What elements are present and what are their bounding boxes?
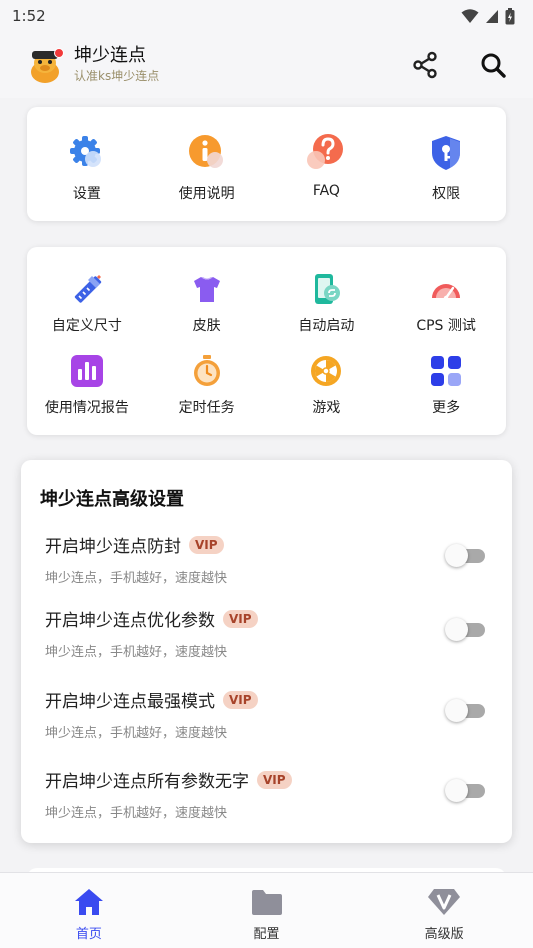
setting-anti-ban: 开启坤少连点防封 VIP 坤少连点，手机越好，速度越快 bbox=[45, 532, 485, 586]
optimize-params-toggle[interactable] bbox=[445, 618, 485, 641]
setting-title: 开启坤少连点最强模式 bbox=[45, 692, 215, 712]
toggle-knob bbox=[445, 699, 468, 722]
tool-auto-start-label: 自动启动 bbox=[298, 318, 355, 334]
gear-icon bbox=[67, 133, 107, 173]
setting-title: 开启坤少连点防封 bbox=[45, 537, 181, 557]
setting-description: 坤少连点，手机越好，速度越快 bbox=[45, 726, 228, 741]
shirt-icon bbox=[187, 269, 227, 309]
wifi-icon bbox=[461, 9, 479, 23]
menu-instructions[interactable]: 使用说明 bbox=[147, 133, 267, 203]
app-name: 坤少连点 bbox=[74, 45, 146, 66]
info-icon bbox=[187, 133, 227, 173]
shield-key-icon bbox=[426, 133, 466, 173]
notification-dot bbox=[54, 48, 64, 58]
menu-faq[interactable]: FAQ bbox=[267, 133, 387, 203]
folder-icon bbox=[250, 887, 284, 917]
vip-badge: VIP bbox=[257, 770, 292, 789]
app-subtitle: 认准ks坤少连点 bbox=[74, 69, 160, 83]
all-params-no-text-toggle[interactable] bbox=[445, 779, 485, 802]
tools-card: 自定义尺寸 皮肤 自动启动 CPS 测试 使用情况报告 定时任务 游戏 更多 bbox=[27, 247, 506, 435]
tool-usage-report-label: 使用情况报告 bbox=[44, 400, 129, 416]
nav-premium-label: 高级版 bbox=[424, 927, 464, 942]
nav-config-label: 配置 bbox=[253, 927, 280, 942]
tool-game-label: 游戏 bbox=[312, 400, 341, 416]
nav-home-label: 首页 bbox=[75, 927, 102, 942]
share-icon bbox=[413, 51, 437, 79]
setting-optimize-params: 开启坤少连点优化参数 VIP 坤少连点，手机越好，速度越快 bbox=[45, 606, 485, 660]
tool-usage-report[interactable]: 使用情况报告 bbox=[27, 351, 147, 417]
header-titles: 坤少连点 认准ks坤少连点 bbox=[74, 45, 375, 85]
system-icons bbox=[461, 7, 515, 25]
tool-skin[interactable]: 皮肤 bbox=[147, 269, 267, 335]
app-header: 坤少连点 认准ks坤少连点 bbox=[0, 32, 533, 98]
setting-title: 开启坤少连点优化参数 bbox=[45, 611, 215, 631]
setting-strongest-mode: 开启坤少连点最强模式 VIP 坤少连点，手机越好，速度越快 bbox=[45, 687, 485, 741]
tool-auto-start[interactable]: 自动启动 bbox=[267, 269, 387, 335]
speedometer-icon bbox=[426, 269, 466, 309]
tool-game[interactable]: 游戏 bbox=[267, 351, 387, 417]
tool-scheduled-task-label: 定时任务 bbox=[178, 400, 235, 416]
nav-config[interactable]: 配置 bbox=[178, 873, 356, 948]
tool-custom-size-label: 自定义尺寸 bbox=[51, 318, 122, 334]
bottom-nav: 首页 配置 高级版 bbox=[0, 872, 533, 948]
home-icon bbox=[72, 887, 106, 917]
signal-icon bbox=[486, 10, 498, 23]
setting-description: 坤少连点，手机越好，速度越快 bbox=[45, 645, 228, 660]
battery-icon bbox=[505, 7, 515, 24]
status-bar: 1:52 bbox=[0, 0, 533, 32]
tool-skin-label: 皮肤 bbox=[192, 318, 221, 334]
menu-permissions-label: 权限 bbox=[432, 186, 461, 202]
setting-description: 坤少连点，手机越好，速度越快 bbox=[45, 571, 228, 586]
menu-settings[interactable]: 设置 bbox=[27, 133, 147, 203]
nav-premium[interactable]: 高级版 bbox=[355, 873, 533, 948]
quick-menu-card: 设置 使用说明 FAQ 权限 bbox=[27, 107, 506, 221]
menu-settings-label: 设置 bbox=[72, 186, 101, 202]
nav-home[interactable]: 首页 bbox=[0, 873, 178, 948]
menu-instructions-label: 使用说明 bbox=[178, 186, 235, 202]
setting-title: 开启坤少连点所有参数无字 bbox=[45, 772, 249, 792]
toggle-knob bbox=[445, 779, 468, 802]
stopwatch-icon bbox=[187, 351, 227, 391]
diamond-v-icon bbox=[427, 887, 461, 917]
status-time: 1:52 bbox=[12, 7, 46, 25]
phone-link-icon bbox=[306, 269, 346, 309]
toggle-knob bbox=[445, 544, 468, 567]
menu-permissions[interactable]: 权限 bbox=[386, 133, 506, 203]
vip-badge: VIP bbox=[223, 609, 258, 628]
tool-scheduled-task[interactable]: 定时任务 bbox=[147, 351, 267, 417]
tool-cps-test-label: CPS 测试 bbox=[416, 318, 476, 334]
tool-more[interactable]: 更多 bbox=[386, 351, 506, 417]
menu-faq-label: FAQ bbox=[312, 183, 340, 199]
search-button[interactable] bbox=[475, 47, 511, 83]
tool-custom-size[interactable]: 自定义尺寸 bbox=[27, 269, 147, 335]
anti-ban-toggle[interactable] bbox=[445, 544, 485, 567]
question-icon bbox=[306, 133, 346, 173]
vip-badge: VIP bbox=[189, 535, 224, 554]
wheel-icon bbox=[306, 351, 346, 391]
tool-more-label: 更多 bbox=[432, 400, 461, 416]
search-icon bbox=[481, 53, 506, 78]
bar-chart-icon bbox=[67, 351, 107, 391]
advanced-settings-title: 坤少连点高级设置 bbox=[40, 489, 184, 510]
advanced-settings-card: 坤少连点高级设置 开启坤少连点防封 VIP 坤少连点，手机越好，速度越快 开启坤… bbox=[21, 460, 512, 843]
strongest-mode-toggle[interactable] bbox=[445, 699, 485, 722]
share-button[interactable] bbox=[407, 47, 443, 83]
setting-description: 坤少连点，手机越好，速度越快 bbox=[45, 806, 228, 821]
toggle-knob bbox=[445, 618, 468, 641]
grid-more-icon bbox=[426, 351, 466, 391]
vip-badge: VIP bbox=[223, 690, 258, 709]
setting-all-params-no-text: 开启坤少连点所有参数无字 VIP 坤少连点，手机越好，速度越快 bbox=[45, 767, 485, 821]
tool-cps-test[interactable]: CPS 测试 bbox=[386, 269, 506, 335]
ruler-pencil-icon bbox=[67, 269, 107, 309]
avatar[interactable] bbox=[26, 46, 64, 84]
